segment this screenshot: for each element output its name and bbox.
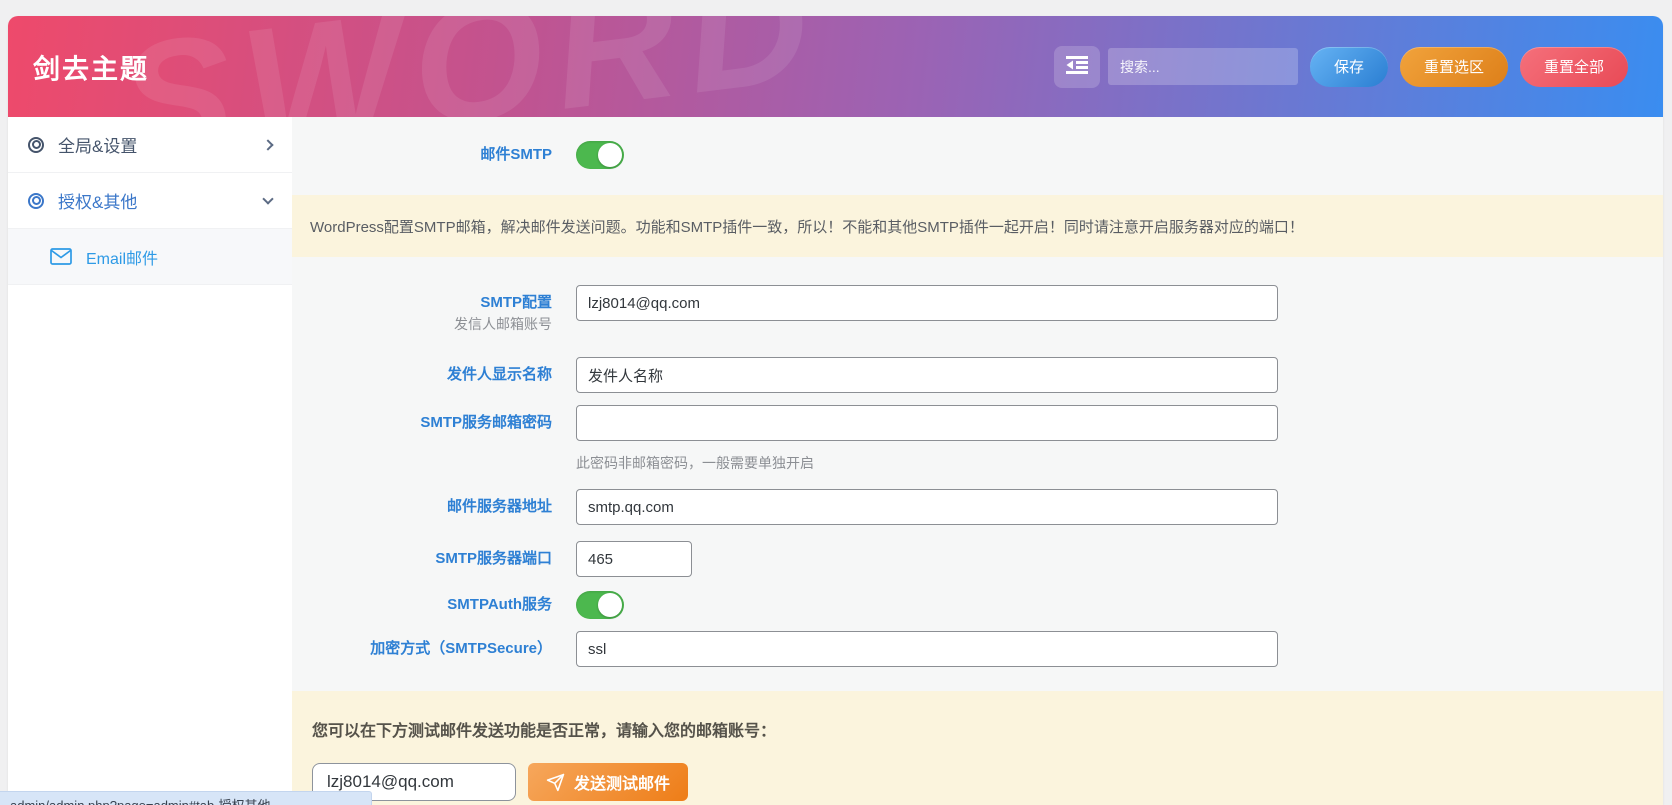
field-label: SMTP服务邮箱密码 [292, 413, 552, 433]
sidebar-item-label: Email邮件 [86, 245, 158, 269]
reset-selection-button[interactable]: 重置选区 [1400, 47, 1508, 87]
test-email-instruction: 您可以在下方测试邮件发送功能是否正常，请输入您的邮箱账号： [312, 717, 1643, 741]
smtp-auth-toggle[interactable] [576, 591, 624, 619]
sidebar: 全局&设置 授权&其他 Email邮件 [8, 117, 292, 805]
search-input[interactable] [1108, 48, 1298, 85]
theme-settings-card: SWORD 剑去主题 保存 重置选区 重置全部 [8, 16, 1663, 805]
sidebar-item-email[interactable]: Email邮件 [8, 229, 292, 285]
smtp-form: SMTP配置 发信人邮箱账号 发件人显示名称 SMTP服务邮箱密码 [292, 285, 1663, 667]
paper-plane-icon [546, 773, 565, 792]
form-row-smtp-account: SMTP配置 发信人邮箱账号 [292, 285, 1663, 333]
watermark-text: SWORD [110, 16, 829, 117]
smtp-account-input[interactable] [576, 285, 1278, 321]
header-controls: 保存 重置选区 重置全部 [1054, 46, 1628, 88]
test-email-row: 发送测试邮件 [312, 763, 1643, 801]
field-label: 邮件SMTP [480, 146, 552, 163]
outdent-icon [1066, 56, 1088, 77]
field-label: 发件人显示名称 [292, 365, 552, 385]
smtp-password-input[interactable] [576, 405, 1278, 441]
form-row-smtp-secure: 加密方式（SMTPSecure） [292, 631, 1663, 667]
chevron-right-icon [262, 139, 273, 150]
header: SWORD 剑去主题 保存 重置选区 重置全部 [8, 16, 1663, 117]
bullseye-icon [28, 137, 44, 153]
form-row-smtp-port: SMTP服务器端口 [292, 541, 1663, 577]
field-label: SMTP配置 [292, 293, 552, 313]
main-content: 邮件SMTP WordPress配置SMTP邮箱，解决邮件发送问题。功能和SMT… [292, 117, 1663, 805]
password-helper-text: 此密码非邮箱密码，一般需要单独开启 [576, 453, 1278, 473]
reset-all-button[interactable]: 重置全部 [1520, 47, 1628, 87]
smtp-enable-toggle[interactable] [576, 141, 624, 169]
send-button-label: 发送测试邮件 [574, 770, 670, 794]
sidebar-item-label: 全局&设置 [58, 132, 137, 157]
link-preview-text: admin/admin.php?page=admin#tab-授权其他 [10, 798, 271, 805]
smtp-secure-input[interactable] [576, 631, 1278, 667]
link-preview-statusbar: admin/admin.php?page=admin#tab-授权其他 [0, 791, 372, 805]
smtp-notice-banner: WordPress配置SMTP邮箱，解决邮件发送问题。功能和SMTP插件一致，所… [292, 195, 1663, 257]
bullseye-icon [28, 193, 44, 209]
sidebar-item-label: 授权&其他 [58, 188, 137, 213]
mail-server-input[interactable] [576, 489, 1278, 525]
chevron-down-icon [262, 193, 273, 204]
form-row-smtp-auth: SMTPAuth服务 [292, 591, 1663, 619]
field-sublabel: 发信人邮箱账号 [292, 315, 552, 333]
envelope-icon [50, 248, 72, 265]
sender-name-input[interactable] [576, 357, 1278, 393]
sidebar-item-auth-others[interactable]: 授权&其他 [8, 173, 292, 229]
save-button[interactable]: 保存 [1310, 47, 1388, 87]
form-row-sender-name: 发件人显示名称 [292, 357, 1663, 393]
test-email-section: 您可以在下方测试邮件发送功能是否正常，请输入您的邮箱账号： 发送测试邮件 [292, 691, 1663, 805]
field-label: 邮件服务器地址 [292, 497, 552, 517]
notice-text: WordPress配置SMTP邮箱，解决邮件发送问题。功能和SMTP插件一致，所… [310, 216, 1304, 237]
smtp-port-input[interactable] [576, 541, 692, 577]
form-row-mail-server: 邮件服务器地址 [292, 489, 1663, 525]
form-row-smtp-password: SMTP服务邮箱密码 此密码非邮箱密码，一般需要单独开启 [292, 405, 1663, 473]
smtp-enable-row: 邮件SMTP [292, 141, 1663, 169]
collapse-menu-button[interactable] [1054, 46, 1100, 88]
field-label: SMTP服务器端口 [292, 549, 552, 569]
page-title: 剑去主题 [33, 47, 149, 86]
field-label: 加密方式（SMTPSecure） [292, 639, 552, 659]
field-label: SMTPAuth服务 [292, 595, 552, 615]
sidebar-item-global-settings[interactable]: 全局&设置 [8, 117, 292, 173]
send-test-email-button[interactable]: 发送测试邮件 [528, 763, 688, 801]
